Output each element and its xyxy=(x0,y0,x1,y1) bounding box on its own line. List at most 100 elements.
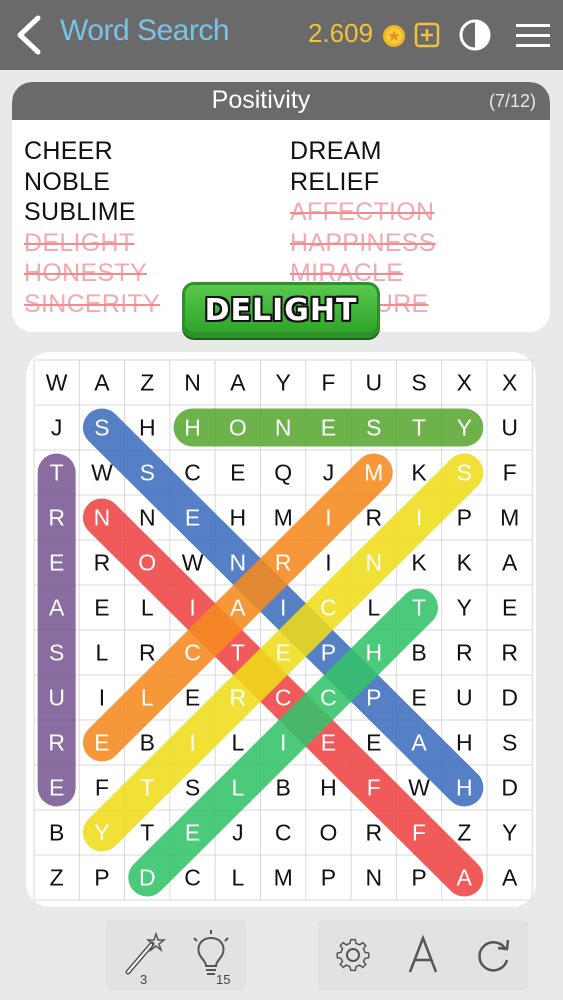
grid-letter[interactable]: B xyxy=(140,730,155,756)
grid-letter[interactable]: R xyxy=(365,820,382,846)
grid-letter[interactable]: F xyxy=(412,820,426,846)
grid-letter[interactable]: I xyxy=(280,730,286,756)
menu-icon[interactable] xyxy=(516,22,550,50)
grid-letter[interactable]: J xyxy=(232,820,244,846)
grid-letter[interactable]: H xyxy=(456,775,473,801)
grid-letter[interactable]: Z xyxy=(50,865,64,891)
grid-letter[interactable]: W xyxy=(408,775,430,801)
grid-letter[interactable]: J xyxy=(51,415,63,441)
grid-letter[interactable]: P xyxy=(366,685,381,711)
grid-letter[interactable]: W xyxy=(91,460,113,486)
grid-letter[interactable]: U xyxy=(365,370,382,396)
grid-letter[interactable]: E xyxy=(411,685,426,711)
grid-letter[interactable]: I xyxy=(325,550,331,576)
grid-letter[interactable]: S xyxy=(411,370,426,396)
grid-letter[interactable]: Y xyxy=(275,370,290,396)
grid-letter[interactable]: L xyxy=(367,595,380,621)
grid-letter[interactable]: S xyxy=(49,640,64,666)
grid-letter[interactable]: D xyxy=(501,775,518,801)
grid-letter[interactable]: E xyxy=(321,730,336,756)
grid-letter[interactable]: B xyxy=(275,775,290,801)
grid-letter[interactable]: L xyxy=(141,685,154,711)
grid-letter[interactable]: N xyxy=(275,415,292,441)
grid-letter[interactable]: C xyxy=(320,595,337,621)
grid-letter[interactable]: U xyxy=(456,685,473,711)
grid-letter[interactable]: T xyxy=(140,775,154,801)
grid-letter[interactable]: W xyxy=(46,370,68,396)
grid-letter[interactable]: N xyxy=(184,370,201,396)
grid-letter[interactable]: H xyxy=(320,775,337,801)
grid-letter[interactable]: P xyxy=(94,865,109,891)
grid-letter[interactable]: H xyxy=(230,505,247,531)
grid-letter[interactable]: U xyxy=(48,685,65,711)
grid-letter[interactable]: T xyxy=(412,595,426,621)
grid-letter[interactable]: R xyxy=(94,550,111,576)
grid-letter[interactable]: E xyxy=(502,595,517,621)
grid-letter[interactable]: Z xyxy=(140,370,154,396)
refresh-icon[interactable] xyxy=(468,928,518,982)
grid-letter[interactable]: C xyxy=(320,685,337,711)
grid-letter[interactable]: N xyxy=(94,505,111,531)
grid-letter[interactable]: S xyxy=(94,415,109,441)
grid-letter[interactable]: E xyxy=(185,685,200,711)
grid-letter[interactable]: M xyxy=(500,505,519,531)
grid-letter[interactable]: F xyxy=(95,775,109,801)
grid-letter[interactable]: E xyxy=(185,820,200,846)
grid-letter[interactable]: P xyxy=(457,505,472,531)
grid-letter[interactable]: I xyxy=(280,595,286,621)
grid-letter[interactable]: L xyxy=(96,640,109,666)
grid-letter[interactable]: E xyxy=(49,775,64,801)
gear-icon[interactable] xyxy=(328,928,378,982)
grid-letter[interactable]: W xyxy=(182,550,204,576)
grid-letter[interactable]: T xyxy=(412,415,426,441)
grid-letter[interactable]: R xyxy=(501,640,518,666)
grid-letter[interactable]: E xyxy=(230,460,245,486)
grid-letter[interactable]: B xyxy=(49,820,64,846)
back-icon[interactable] xyxy=(10,14,46,56)
grid-letter[interactable]: R xyxy=(365,505,382,531)
grid-letter[interactable]: F xyxy=(503,460,517,486)
grid-letter[interactable]: X xyxy=(457,370,472,396)
grid-letter[interactable]: E xyxy=(49,550,64,576)
grid-letter[interactable]: C xyxy=(275,685,292,711)
grid-letter[interactable]: I xyxy=(325,505,331,531)
grid-letter[interactable]: J xyxy=(323,460,335,486)
grid-letter[interactable]: T xyxy=(50,460,64,486)
puzzle-board[interactable]: WAZNAYFUSXXJSHHONESTYUTWSCEQJMKSFRNNEHMI… xyxy=(26,352,536,907)
grid-letter[interactable]: O xyxy=(320,820,338,846)
grid-letter[interactable]: Z xyxy=(457,820,471,846)
grid-letter[interactable]: C xyxy=(184,640,201,666)
grid-letter[interactable]: A xyxy=(49,595,65,621)
grid-letter[interactable]: B xyxy=(411,640,426,666)
grid-letter[interactable]: L xyxy=(231,730,244,756)
grid-letter[interactable]: U xyxy=(501,415,518,441)
grid-letter[interactable]: P xyxy=(411,865,426,891)
grid-letter[interactable]: A xyxy=(502,550,518,576)
grid-letter[interactable]: A xyxy=(457,865,473,891)
grid-letter[interactable]: D xyxy=(501,685,518,711)
grid-letter[interactable]: Y xyxy=(457,415,472,441)
grid-letter[interactable]: D xyxy=(139,865,156,891)
grid-letter[interactable]: I xyxy=(416,505,422,531)
grid-letter[interactable]: Y xyxy=(94,820,109,846)
grid-letter[interactable]: S xyxy=(185,775,200,801)
grid-letter[interactable]: L xyxy=(231,775,244,801)
grid-letter[interactable]: A xyxy=(230,595,246,621)
grid-letter[interactable]: R xyxy=(48,505,65,531)
grid-letter[interactable]: C xyxy=(275,820,292,846)
grid-letter[interactable]: P xyxy=(321,640,336,666)
grid-letter[interactable]: P xyxy=(321,865,336,891)
grid-letter[interactable]: R xyxy=(456,640,473,666)
font-size-icon[interactable] xyxy=(398,928,448,982)
grid-letter[interactable]: H xyxy=(456,730,473,756)
contrast-icon[interactable] xyxy=(458,18,492,52)
grid-letter[interactable]: E xyxy=(185,505,200,531)
grid-letter[interactable]: E xyxy=(94,730,109,756)
grid-letter[interactable]: H xyxy=(139,415,156,441)
grid-letter[interactable]: X xyxy=(502,370,517,396)
grid-letter[interactable]: S xyxy=(140,460,155,486)
grid-letter[interactable]: A xyxy=(94,370,110,396)
grid-letter[interactable]: Y xyxy=(457,595,472,621)
grid-letter[interactable]: R xyxy=(139,640,156,666)
grid-letter[interactable]: A xyxy=(502,865,518,891)
